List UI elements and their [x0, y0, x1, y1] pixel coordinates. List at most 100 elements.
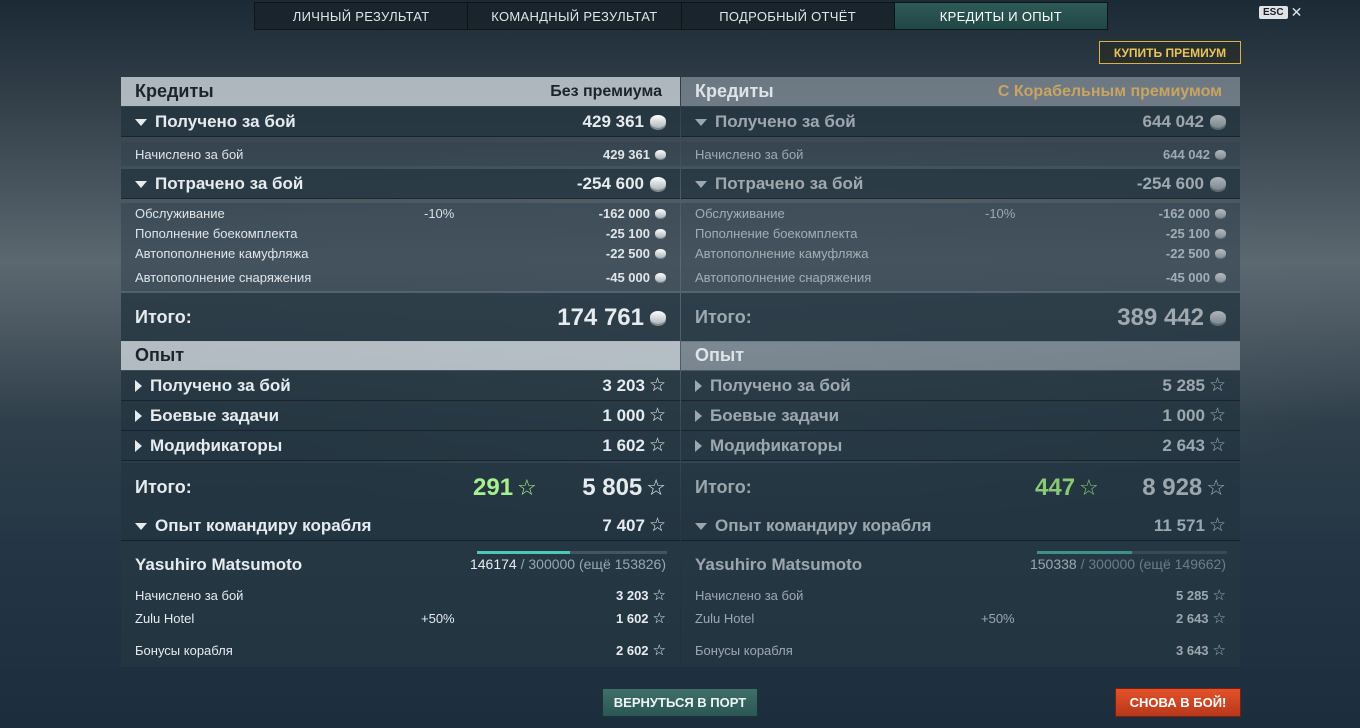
credits-total-value: 174 761: [557, 303, 644, 331]
commander-accrued-row: Начислено за бой 5 285 ☆: [681, 585, 1240, 605]
tab-personal-result[interactable]: ЛИЧНЫЙ РЕЗУЛЬТАТ: [255, 3, 469, 29]
expand-arrow-icon[interactable]: [135, 440, 142, 453]
commander-progress-fill: [1037, 551, 1133, 554]
account-type-label: С Корабельным премиумом: [997, 82, 1222, 100]
star-icon: ☆: [1208, 375, 1226, 396]
expand-arrow-icon[interactable]: [135, 522, 147, 530]
commander-accrued-value: 5 285: [1176, 587, 1209, 603]
xp-modifiers-row[interactable]: Модификаторы 2 643 ☆: [681, 431, 1240, 461]
commander-flag-value: 2 643: [1176, 610, 1209, 626]
xp-modifiers-row[interactable]: Модификаторы 1 602 ☆: [121, 431, 680, 461]
commander-xp-row[interactable]: Опыт командиру корабля 11 571 ☆: [681, 511, 1240, 541]
credits-accrued-value: 644 042: [1163, 146, 1210, 162]
expand-arrow-icon[interactable]: [695, 410, 702, 423]
credits-accrued-row: Начислено за бой 644 042: [681, 142, 1240, 166]
star-icon: ☆: [652, 641, 666, 659]
commander-progress-fill: [477, 551, 570, 554]
premium-panel: Кредиты С Корабельным премиумом Получено…: [681, 77, 1240, 667]
service-discount: -10%: [985, 205, 1016, 221]
xp-battle-row[interactable]: Получено за бой 5 285 ☆: [681, 371, 1240, 401]
expand-arrow-icon[interactable]: [695, 180, 707, 188]
expand-arrow-icon[interactable]: [135, 380, 142, 393]
commander-progress-bar: [477, 551, 667, 554]
xp-tasks-row[interactable]: Боевые задачи 1 000 ☆: [121, 401, 680, 431]
commander-xp-row[interactable]: Опыт командиру корабля 7 407 ☆: [121, 511, 680, 541]
ammo-row: Пополнение боекомплекта -25 100: [681, 223, 1240, 243]
tab-credits-xp[interactable]: КРЕДИТЫ И ОПЫТ: [894, 3, 1107, 29]
xp-tasks-row[interactable]: Боевые задачи 1 000 ☆: [681, 401, 1240, 431]
credits-spent-row[interactable]: Потрачено за бой -254 600: [681, 169, 1240, 199]
credits-coin-icon: [655, 272, 666, 282]
credits-earned-row[interactable]: Получено за бой 644 042: [681, 107, 1240, 137]
expand-arrow-icon[interactable]: [695, 380, 702, 393]
credits-spent-value: -254 600: [576, 173, 644, 193]
credits-header-title: Кредиты: [695, 81, 774, 101]
credits-coin-icon: [655, 228, 666, 238]
credits-header: Кредиты Без премиума: [121, 77, 680, 106]
xp-tasks-value: 1 000: [1162, 405, 1205, 425]
commander-flag-label: Zulu Hotel: [695, 610, 755, 626]
credits-accrued-label: Начислено за бой: [135, 146, 244, 162]
credits-coin-icon: [650, 115, 666, 128]
star-icon: ☆: [1212, 586, 1226, 604]
credits-spent-row[interactable]: Потрачено за бой -254 600: [121, 169, 680, 199]
xp-modifiers-label: Модификаторы: [710, 435, 843, 455]
tab-detailed-report[interactable]: ПОДРОБНЫЙ ОТЧЁТ: [682, 3, 895, 29]
esc-close-button[interactable]: ESC ✕: [1259, 5, 1302, 19]
xp-header: Опыт: [121, 341, 680, 370]
xp-battle-value: 3 203: [602, 375, 645, 395]
expand-arrow-icon[interactable]: [695, 118, 707, 126]
credits-coin-icon: [1210, 177, 1226, 190]
consumables-label: Автопополнение снаряжения: [135, 269, 312, 285]
xp-header-title: Опыт: [695, 345, 745, 365]
commander-block: Yasuhiro Matsumoto 146174 / 300000 (ещё …: [121, 542, 680, 667]
xp-header: Опыт: [681, 341, 1240, 370]
credits-coin-icon: [1215, 272, 1226, 282]
commander-progress-text: 146174 / 300000 (ещё 153826): [469, 556, 666, 572]
expand-arrow-icon[interactable]: [695, 440, 702, 453]
star-icon: ☆: [1212, 609, 1226, 627]
credits-coin-icon: [655, 149, 666, 159]
credits-spent-label: Потрачено за бой: [155, 173, 304, 193]
ammo-label: Пополнение боекомплекта: [135, 225, 298, 241]
commander-xp-value: 11 571: [1153, 515, 1205, 535]
credits-coin-icon: [1215, 149, 1226, 159]
close-icon[interactable]: ✕: [1291, 5, 1303, 19]
service-row: Обслуживание -10% -162 000: [121, 203, 680, 223]
expand-arrow-icon[interactable]: [135, 180, 147, 188]
commander-name: Yasuhiro Matsumoto: [695, 555, 863, 574]
xp-tasks-label: Боевые задачи: [710, 405, 840, 425]
credits-earned-value: 429 361: [582, 111, 644, 131]
xp-tasks-value: 1 000: [602, 405, 645, 425]
credits-earned-value: 644 042: [1142, 111, 1204, 131]
return-to-port-button[interactable]: ВЕРНУТЬСЯ В ПОРТ: [602, 688, 758, 717]
commander-block: Yasuhiro Matsumoto 150338 / 300000 (ещё …: [681, 542, 1240, 667]
service-value: -162 000: [598, 205, 650, 221]
xp-battle-value: 5 285: [1162, 375, 1205, 395]
commander-bonus-label: Бонусы корабля: [135, 642, 233, 658]
camo-value: -22 500: [605, 245, 650, 261]
credits-coin-icon: [650, 311, 666, 324]
to-battle-button[interactable]: СНОВА В БОЙ!: [1115, 688, 1241, 717]
credits-earned-label: Получено за бой: [715, 111, 856, 131]
camo-row: Автопополнение камуфляжа -22 500: [681, 243, 1240, 263]
commander-flag-bonus: +50%: [421, 610, 455, 626]
commander-progress-text: 150338 / 300000 (ещё 149662): [1029, 556, 1226, 572]
credits-header-title: Кредиты: [135, 81, 214, 101]
credits-earned-row[interactable]: Получено за бой 429 361: [121, 107, 680, 137]
expand-arrow-icon[interactable]: [135, 118, 147, 126]
star-icon: ☆: [648, 435, 666, 456]
xp-total-row: Итого: 447 ☆ 8 928 ☆: [681, 463, 1240, 512]
star-icon: ☆: [1208, 435, 1226, 456]
tab-team-result[interactable]: КОМАНДНЫЙ РЕЗУЛЬТАТ: [468, 3, 682, 29]
commander-xp-value: 7 407: [602, 515, 645, 535]
credits-header: Кредиты С Корабельным премиумом: [681, 77, 1240, 106]
credits-total-value: 389 442: [1117, 303, 1204, 331]
expand-arrow-icon[interactable]: [135, 410, 142, 423]
buy-premium-button[interactable]: КУПИТЬ ПРЕМИУМ: [1099, 41, 1241, 64]
ammo-value: -25 100: [605, 225, 650, 241]
commander-accrued-value: 3 203: [616, 587, 649, 603]
service-row: Обслуживание -10% -162 000: [681, 203, 1240, 223]
xp-battle-row[interactable]: Получено за бой 3 203 ☆: [121, 371, 680, 401]
expand-arrow-icon[interactable]: [695, 522, 707, 530]
